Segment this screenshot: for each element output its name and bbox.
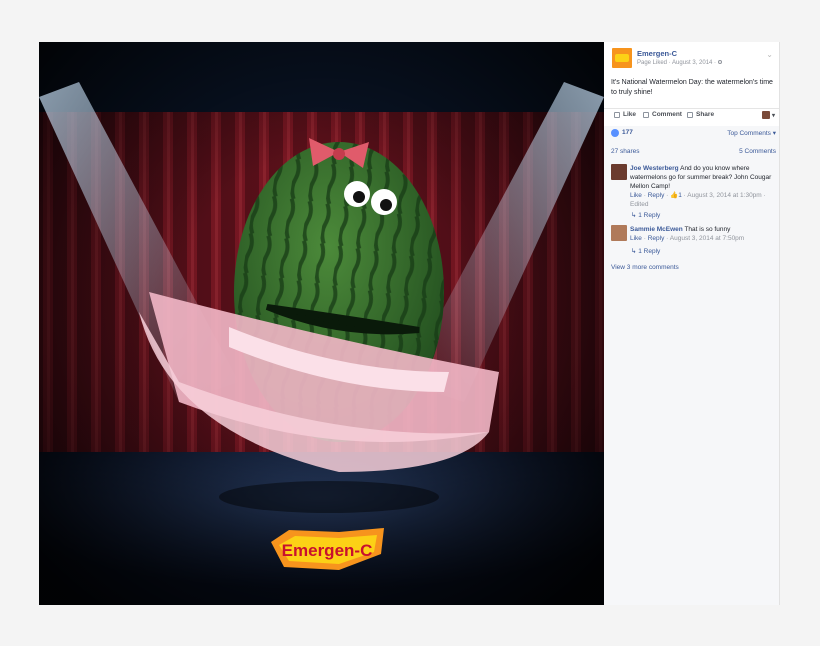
divider — [604, 108, 779, 109]
comment-body: Joe Westerberg And do you know where wat… — [630, 164, 776, 209]
thumbs-up-icon: 👍 — [670, 192, 679, 199]
post-header: Emergen-C Page Liked · August 3, 2014 · … — [612, 48, 773, 78]
comment-reply-link[interactable]: Reply — [648, 235, 665, 242]
like-count[interactable]: 177 — [622, 129, 633, 136]
reaction-count-text: 1 — [678, 192, 682, 199]
likes-row: 177 Top Comments ▾ — [611, 128, 776, 140]
share-label: Share — [696, 111, 715, 118]
caret-down-icon: ▾ — [771, 112, 775, 119]
chevron-down-icon[interactable]: ⌄ — [766, 50, 773, 59]
commenter-avatar[interactable] — [611, 164, 627, 180]
page-name-link[interactable]: Emergen-C — [637, 49, 677, 58]
comment-timestamp[interactable]: August 3, 2014 at 1:30pm — [687, 192, 761, 199]
post-photo[interactable]: Emergen-C — [39, 42, 604, 605]
commenter-name[interactable]: Joe Westerberg — [630, 165, 679, 172]
shares-count[interactable]: 27 shares — [611, 148, 640, 155]
comment-body: Sammie McEwen That is so funny Like · Re… — [630, 225, 776, 243]
page-avatar[interactable] — [612, 48, 632, 68]
view-replies-link[interactable]: ↳ 1 Reply — [631, 247, 660, 255]
reaction-count[interactable]: 👍1 — [670, 192, 682, 199]
post-meta-text: Page Liked · August 3, 2014 · — [637, 60, 717, 66]
like-button[interactable]: Like — [614, 111, 636, 118]
view-replies-link[interactable]: ↳ 1 Reply — [631, 211, 660, 219]
like-label: Like — [623, 111, 637, 118]
comment-timestamp[interactable]: August 3, 2014 at 7:50pm — [670, 235, 744, 242]
post-side-panel: Emergen-C Page Liked · August 3, 2014 · … — [604, 42, 780, 605]
edited-label[interactable]: Edited — [630, 201, 648, 208]
share-button[interactable]: Share — [687, 111, 714, 118]
user-avatar — [761, 111, 770, 119]
comment-label: Comment — [652, 111, 682, 118]
comment-sort-label: Top Comments — [727, 130, 771, 137]
comment-button[interactable]: Comment — [643, 111, 682, 118]
post-meta: Page Liked · August 3, 2014 · — [637, 60, 723, 66]
post-text: It's National Watermelon Day: the waterm… — [611, 79, 773, 96]
post-as-selector[interactable]: ▾ — [761, 111, 775, 119]
commenter-name[interactable]: Sammie McEwen — [630, 226, 683, 233]
like-reaction-icon — [611, 129, 619, 137]
comment-text: That is so funny — [684, 226, 731, 233]
comment-meta: Like · Reply · 👍1 · August 3, 2014 at 1:… — [630, 192, 766, 208]
comments-count[interactable]: 5 Comments — [739, 148, 776, 155]
comment-like-link[interactable]: Like — [630, 192, 642, 199]
emergen-c-logo: Emergen-C — [282, 541, 373, 560]
screenshot-frame: Emergen-C Emergen-C Page Liked · August … — [0, 0, 820, 646]
replies-label: 1 Reply — [638, 212, 661, 219]
comment-meta: Like · Reply · August 3, 2014 at 7:50pm — [630, 235, 745, 242]
replies-label: 1 Reply — [638, 248, 661, 255]
view-more-comments-link[interactable]: View 3 more comments — [611, 264, 679, 271]
comment-like-link[interactable]: Like — [630, 235, 642, 242]
comment-icon — [643, 111, 649, 118]
share-icon — [687, 111, 693, 118]
comment-sort-dropdown[interactable]: Top Comments ▾ — [727, 129, 776, 137]
shares-row: 27 shares 5 Comments — [611, 148, 776, 158]
globe-icon — [718, 60, 723, 65]
comment-reply-link[interactable]: Reply — [648, 192, 665, 199]
post-actions: Like Comment Share ▾ — [611, 111, 777, 123]
watermelon-ballerina-image: Emergen-C — [39, 42, 604, 605]
thumbs-up-icon — [614, 111, 620, 118]
commenter-avatar[interactable] — [611, 225, 627, 241]
